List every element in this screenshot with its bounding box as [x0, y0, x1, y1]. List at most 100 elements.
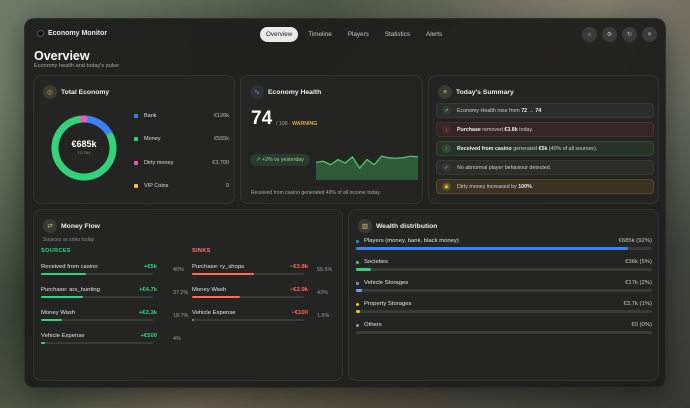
summary-row: ✓ No abnormal player behaviour detected. [436, 160, 654, 175]
flow-bar-fill [41, 319, 62, 321]
source-row: Purchase: ars_hunting +€4.7k [41, 287, 157, 298]
wealth-label: Property Storages [364, 301, 412, 307]
flow-bar [41, 273, 153, 275]
flow-icon: ⇄ [43, 219, 57, 233]
legend-swatch [134, 114, 138, 118]
health-sparkline [316, 155, 418, 180]
summary-row: ↓ Purchase removed €3.8k today. [436, 122, 654, 137]
health-scale: / 100 · [276, 121, 293, 127]
flow-amount: +€2.3k [138, 310, 157, 316]
flow-amount: +€500 [140, 333, 157, 339]
gear-icon[interactable]: ⚙ [602, 27, 617, 42]
flow-percent: 1.5% [317, 313, 330, 319]
flow-bar [41, 342, 153, 344]
tab-overview[interactable]: Overview [260, 27, 299, 42]
flow-percent: 4% [173, 336, 181, 342]
health-status: WARNING [292, 121, 318, 127]
money-flow-card: ⇄ Money Flow Sources vs sinks today SOUR… [33, 209, 343, 381]
source-row: Received from casino +€5k [41, 264, 157, 275]
wealth-bar [356, 247, 652, 250]
flow-label: Purchase: ry_shops [192, 264, 245, 270]
legend-value: €555k [214, 136, 229, 142]
wealth-label: Vehicle Storages [364, 280, 409, 286]
flow-label: Purchase: ars_hunting [41, 287, 100, 293]
app-title: Economy Monitor [37, 30, 107, 37]
card-title: Economy Health [268, 89, 322, 96]
tab-timeline[interactable]: Timeline [302, 27, 338, 42]
card-title: Money Flow [61, 223, 100, 230]
summary-text: Received from casino generated €5k (40% … [457, 145, 598, 152]
health-change-text: +2% vs yesterday [261, 157, 304, 163]
flow-amount: +€4.7k [138, 287, 157, 293]
flow-label: Money Wash [41, 310, 76, 316]
tab-statistics[interactable]: Statistics [379, 27, 416, 42]
wealth-dot [356, 260, 359, 264]
sink-row: Money Wash −€2.9k [192, 287, 308, 298]
wealth-bar [356, 310, 652, 313]
total-label: TOTAL [76, 150, 92, 155]
wealth-dot [356, 239, 359, 243]
check-icon: ✓ [442, 163, 451, 172]
flow-bar [192, 273, 304, 275]
economy-monitor-window: Economy Monitor Overview Timeline Player… [24, 18, 666, 388]
trend-icon: ↗ [442, 106, 451, 115]
wealth-row: Property Storages €3.7k (1%) [356, 301, 652, 313]
wealth-row: Vehicle Storages €17k (2%) [356, 280, 652, 292]
summary-row: ▣ Dirty money increased by 100%. [436, 179, 654, 194]
flow-percent: 18.7% [173, 313, 189, 319]
wealth-value: €36k (5%) [625, 259, 652, 265]
wealth-value: €17k (2%) [625, 280, 652, 286]
tab-alerts[interactable]: Alerts [420, 27, 448, 42]
flow-label: Vehicle Expense [192, 310, 236, 316]
legend-label: Money [144, 136, 161, 142]
tab-bar: Overview Timeline Players Statistics Ale… [260, 27, 448, 42]
sinks-header: SINKS [192, 248, 211, 254]
page-subtitle: Economy health and today's pulse [34, 63, 120, 69]
legend-value: €3,700 [212, 160, 229, 166]
refresh-icon[interactable]: ↻ [622, 27, 637, 42]
wealth-dot [356, 302, 359, 306]
legend-label: Dirty money [144, 160, 174, 166]
flow-bar-fill [41, 273, 86, 275]
summary-text: Dirty money increased by 100%. [457, 183, 534, 190]
summary-text: Economy Health rose from 72 → 74 [457, 107, 542, 114]
sources-header: SOURCES [41, 248, 71, 254]
summary-row: ↗ Economy Health rose from 72 → 74 [436, 103, 654, 118]
flow-amount: +€5k [143, 264, 157, 270]
titlebar: Economy Monitor Overview Timeline Player… [25, 19, 665, 51]
wealth-row: Societies €36k (5%) [356, 259, 652, 271]
flow-label: Money Wash [192, 287, 227, 293]
page-title: Overview [34, 49, 90, 63]
flow-percent: 55.5% [317, 267, 333, 273]
wealth-dot [356, 281, 359, 285]
money-flow-subtitle: Sources vs sinks today [43, 237, 95, 243]
pulse-icon: ∿ [250, 85, 264, 99]
todays-summary-card: ≡ Today's Summary ↗ Economy Health rose … [428, 75, 659, 204]
legend-value: 0 [225, 183, 229, 189]
wealth-value: €685k (92%) [618, 238, 652, 244]
total-value: €685k [71, 139, 97, 149]
wealth-label: Others [364, 322, 382, 328]
wealth-distribution-card: ▥ Wealth distribution Players (money, ba… [348, 209, 659, 381]
legend-label: VIP Coins [144, 183, 169, 189]
sun-icon[interactable]: ☼ [582, 27, 597, 42]
wealth-label: Players (money, bank, black money) [364, 238, 459, 244]
flow-percent: 37.2% [173, 290, 189, 296]
flow-bar-fill [192, 296, 241, 298]
tab-players[interactable]: Players [342, 27, 375, 42]
wealth-bar-fill [356, 268, 371, 271]
wallet-icon: ▣ [442, 182, 451, 191]
up-arrow-icon: ↑ [442, 144, 451, 153]
flow-percent: 43% [317, 290, 328, 296]
wealth-label: Societies [364, 259, 388, 265]
flow-bar-fill [41, 296, 83, 298]
close-icon[interactable]: ✕ [642, 27, 657, 42]
wealth-bar [356, 268, 652, 271]
flow-label: Vehicle Expense [41, 333, 85, 339]
economy-health-card: ∿ Economy Health 74 / 100 · WARNING ↗ +2… [240, 75, 423, 204]
source-row: Money Wash +€2.3k [41, 310, 157, 321]
flow-bar [41, 296, 153, 298]
flow-bar [192, 296, 304, 298]
legend-value: €126k [214, 113, 229, 119]
flow-bar-fill [41, 342, 46, 344]
